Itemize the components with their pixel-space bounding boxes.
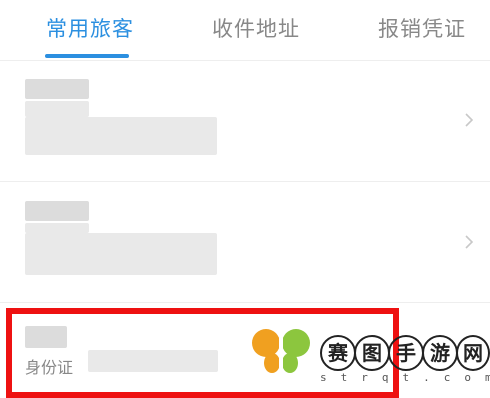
watermark-subtitle: strqt.com <box>320 371 490 384</box>
tab-frequent-passengers[interactable]: 常用旅客 <box>46 16 134 42</box>
passenger-detail-redacted <box>25 101 89 117</box>
chevron-right-icon <box>465 235 474 249</box>
tab-shipping-address[interactable]: 收件地址 <box>212 16 300 42</box>
chevron-right-icon <box>465 113 474 127</box>
watermark-char: 网 <box>456 335 490 371</box>
watermark-char: 手 <box>388 335 424 371</box>
passenger-list-item[interactable] <box>0 61 490 182</box>
site-watermark: 赛 图 手 游 网 strqt.com <box>246 325 490 384</box>
passenger-id-redacted <box>25 117 217 155</box>
tab-invoice[interactable]: 报销凭证 <box>378 16 466 42</box>
passenger-detail-redacted <box>25 223 89 233</box>
divider <box>0 302 490 303</box>
passenger-name-redacted <box>25 79 89 99</box>
divider <box>0 181 490 182</box>
passenger-name-redacted <box>25 201 89 221</box>
butterfly-logo-icon <box>252 329 310 375</box>
passenger-list-item[interactable] <box>0 183 490 303</box>
watermark-char: 赛 <box>320 335 356 371</box>
watermark-char: 游 <box>422 335 458 371</box>
watermark-char: 图 <box>354 335 390 371</box>
active-tab-indicator <box>45 54 129 58</box>
passenger-id-redacted <box>25 233 217 275</box>
tab-bar: 常用旅客 收件地址 报销凭证 <box>0 0 490 61</box>
